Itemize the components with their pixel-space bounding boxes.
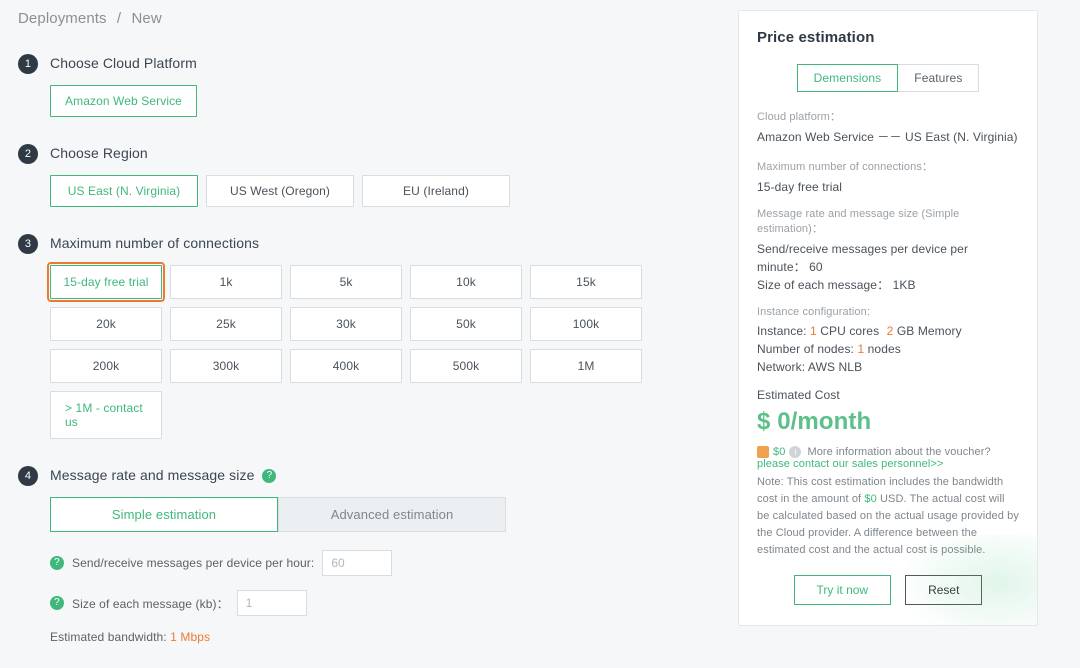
cost-value: $ 0/month xyxy=(757,408,1019,436)
conn-contact[interactable]: > 1M - contact us xyxy=(50,391,162,439)
conn-25k[interactable]: 25k xyxy=(170,307,282,341)
bandwidth-value: 1 Mbps xyxy=(170,630,210,644)
voucher-info: More information about the voucher? xyxy=(807,446,990,458)
platform-value: Amazon Web Service －－ US East (N. Virgin… xyxy=(757,128,1019,146)
breadcrumb-root[interactable]: Deployments xyxy=(18,10,107,27)
maxconn-key: Maximum number of connections： xyxy=(757,158,1019,174)
cost-note: Note: This cost estimation includes the … xyxy=(757,474,1019,559)
voucher-link[interactable]: please contact our sales personnel>> xyxy=(757,458,943,470)
conn-15k[interactable]: 15k xyxy=(530,265,642,299)
reset-button[interactable]: Reset xyxy=(905,575,982,605)
conn-10k[interactable]: 10k xyxy=(410,265,522,299)
breadcrumb-sep: / xyxy=(117,10,121,27)
step-1-title: Choose Cloud Platform xyxy=(50,55,718,71)
messages-label: Send/receive messages per device per hou… xyxy=(72,556,314,570)
help-icon[interactable]: ? xyxy=(262,469,276,483)
tab-dimensions[interactable]: Demensions xyxy=(797,64,899,92)
region-us-east[interactable]: US East (N. Virginia) xyxy=(50,175,198,207)
conn-400k[interactable]: 400k xyxy=(290,349,402,383)
region-eu[interactable]: EU (Ireland) xyxy=(362,175,510,207)
msgrate-key: Message rate and message size (Simple es… xyxy=(757,208,1019,236)
platform-key: Cloud platform： xyxy=(757,108,1019,124)
step-2-number: 2 xyxy=(18,144,38,164)
size-input[interactable] xyxy=(237,590,307,616)
step-3-title: Maximum number of connections xyxy=(50,235,718,251)
hint-icon[interactable]: ? xyxy=(50,556,64,570)
conn-trial[interactable]: 15-day free trial xyxy=(50,265,162,299)
step-1-number: 1 xyxy=(18,54,38,74)
cost-label: Estimated Cost xyxy=(757,388,1019,402)
instcfg-value: Instance: 1 CPU cores 2 GB Memory Number… xyxy=(757,322,1019,376)
conn-200k[interactable]: 200k xyxy=(50,349,162,383)
try-button[interactable]: Try it now xyxy=(794,575,892,605)
msgrate-value: Send/receive messages per device per min… xyxy=(757,240,1019,294)
conn-50k[interactable]: 50k xyxy=(410,307,522,341)
breadcrumb: Deployments / New xyxy=(18,10,718,27)
step-4-title: Message rate and message size ? xyxy=(50,467,718,483)
panel-title: Price estimation xyxy=(757,29,1019,46)
tab-features[interactable]: Features xyxy=(898,64,979,92)
conn-300k[interactable]: 300k xyxy=(170,349,282,383)
cloud-option-aws[interactable]: Amazon Web Service xyxy=(50,85,197,117)
price-panel: Price estimation Demensions Features Clo… xyxy=(738,10,1038,626)
conn-5k[interactable]: 5k xyxy=(290,265,402,299)
conn-30k[interactable]: 30k xyxy=(290,307,402,341)
maxconn-value: 15-day free trial xyxy=(757,178,1019,196)
step-4-number: 4 xyxy=(18,466,38,486)
breadcrumb-current: New xyxy=(131,10,161,27)
tab-simple-estimation[interactable]: Simple estimation xyxy=(50,497,278,532)
instcfg-key: Instance configuration: xyxy=(757,306,1019,318)
info-icon[interactable]: i xyxy=(789,446,801,458)
size-label: Size of each message (kb)： xyxy=(72,595,229,612)
messages-input[interactable] xyxy=(322,550,392,576)
conn-1k[interactable]: 1k xyxy=(170,265,282,299)
step-3-number: 3 xyxy=(18,234,38,254)
conn-1m[interactable]: 1M xyxy=(530,349,642,383)
conn-20k[interactable]: 20k xyxy=(50,307,162,341)
step-2-title: Choose Region xyxy=(50,145,718,161)
bandwidth-label: Estimated bandwidth: xyxy=(50,630,167,644)
tab-advanced-estimation[interactable]: Advanced estimation xyxy=(278,497,506,532)
conn-500k[interactable]: 500k xyxy=(410,349,522,383)
voucher-icon xyxy=(757,446,769,458)
conn-100k[interactable]: 100k xyxy=(530,307,642,341)
hint-icon[interactable]: ? xyxy=(50,596,64,610)
region-us-west[interactable]: US West (Oregon) xyxy=(206,175,354,207)
voucher-amount: $0 xyxy=(773,446,785,458)
